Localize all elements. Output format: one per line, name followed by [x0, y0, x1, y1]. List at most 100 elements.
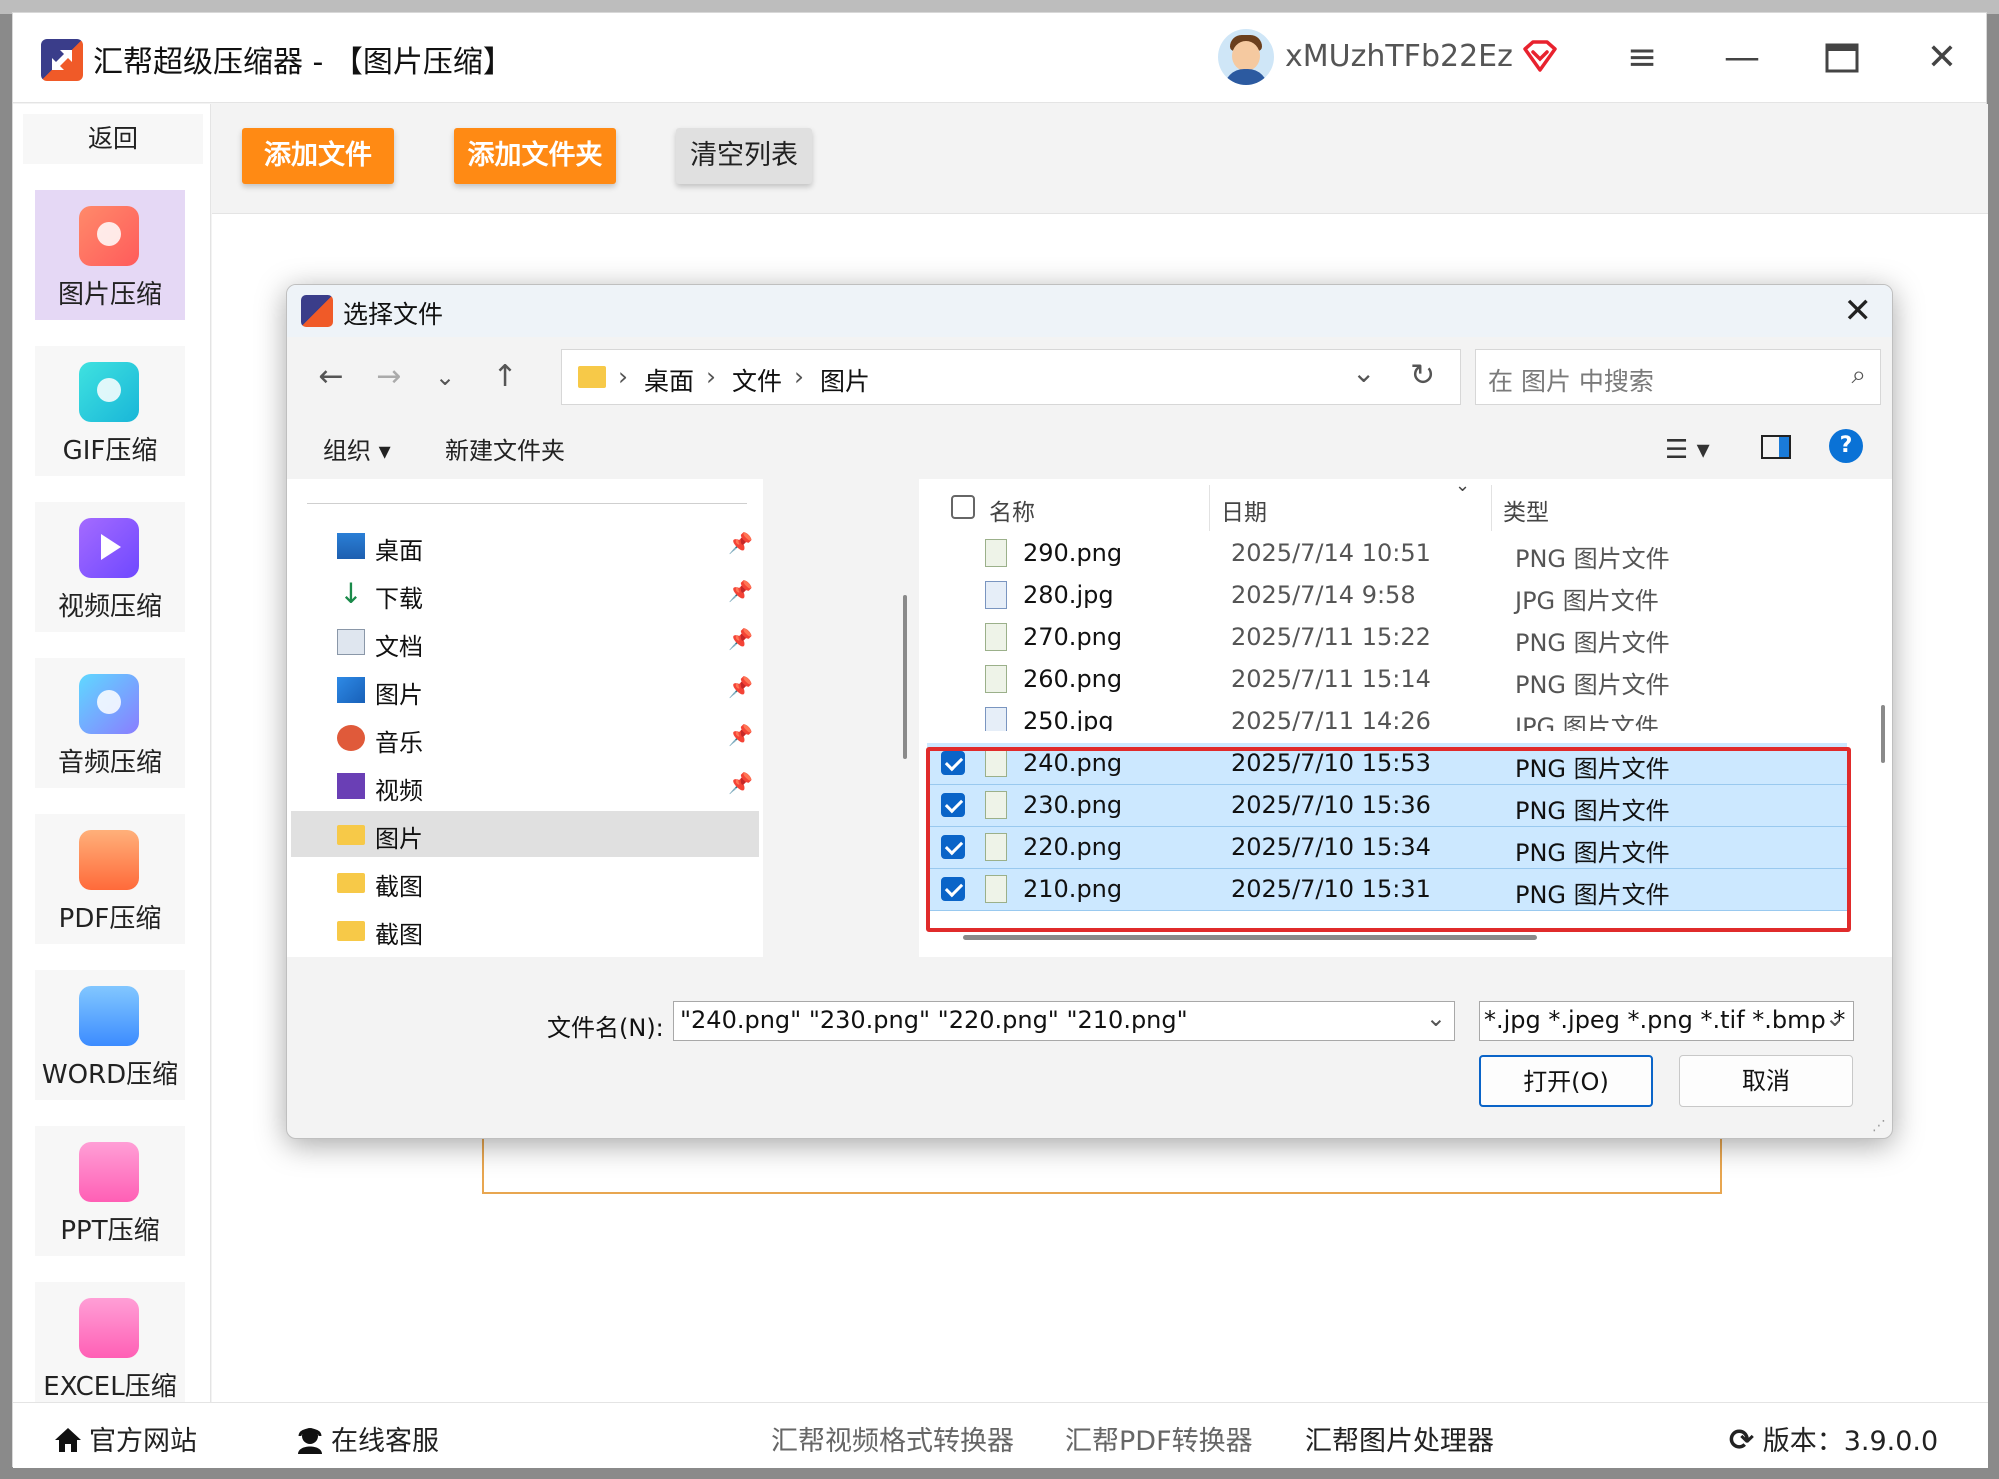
folder-icon [578, 366, 606, 388]
add-file-button[interactable]: 添加文件 [242, 128, 394, 184]
new-folder-button[interactable]: 新建文件夹 [445, 431, 565, 466]
close-icon[interactable]: ✕ [1917, 33, 1967, 83]
file-list-vertical-scrollbar[interactable] [1881, 705, 1885, 763]
column-date[interactable]: 日期 [1221, 493, 1267, 527]
username[interactable]: xMUzhTFb22Ez [1285, 39, 1513, 74]
support-icon [298, 1428, 322, 1454]
open-button[interactable]: 打开(O) [1479, 1055, 1653, 1107]
sidebar-item-pdf-compress[interactable]: PDF压缩 [35, 814, 185, 944]
search-icon: ⌕ [1851, 360, 1866, 390]
address-dropdown-icon[interactable]: ⌄ [1352, 356, 1375, 389]
music-icon [337, 725, 365, 751]
select-file-dialog: 选择文件 ✕ ← → ⌄ ↑ › 桌面 › 文件 › 图片 ⌄ ↻ 在 图片 中… [286, 284, 1893, 1139]
column-type[interactable]: 类型 [1503, 493, 1549, 527]
menu-icon[interactable]: ≡ [1617, 33, 1667, 83]
view-options-icon[interactable]: ☰ ▾ [1665, 435, 1710, 465]
sidebar: 返回 图片压缩 GIF压缩 视频压缩 音频压缩 PDF压缩 WORD压缩 PPT… [13, 104, 211, 1412]
nav-item-downloads[interactable]: ↓ 下载 📌 [291, 571, 759, 617]
pin-icon: 📌 [728, 627, 753, 651]
search-input[interactable]: 在 图片 中搜索 [1488, 362, 1654, 398]
document-icon [337, 629, 365, 655]
clear-list-button[interactable]: 清空列表 [676, 128, 812, 184]
app-logo-icon [41, 39, 83, 81]
video-compress-icon [79, 518, 139, 578]
gif-compress-icon [79, 362, 139, 422]
filename-field[interactable]: "240.png" "230.png" "220.png" "210.png" … [673, 1001, 1455, 1041]
sidebar-item-excel-compress[interactable]: EXCEL压缩 [35, 1282, 185, 1412]
organize-menu[interactable]: 组织 ▾ [323, 431, 391, 466]
minimize-icon[interactable]: — [1717, 33, 1767, 83]
pictures-icon [337, 677, 365, 703]
word-compress-icon [79, 986, 139, 1046]
search-box[interactable]: 在 图片 中搜索 ⌕ [1475, 349, 1881, 405]
nav-pane-scrollbar[interactable] [903, 595, 907, 759]
maximize-icon[interactable] [1817, 33, 1867, 83]
chevron-down-icon[interactable]: ⌄ [1426, 1004, 1446, 1032]
selection-highlight-box [926, 747, 1851, 932]
file-row[interactable]: 270.png 2025/7/11 15:22 PNG 图片文件 [927, 617, 1847, 659]
pdf-converter-link[interactable]: 汇帮PDF转换器 [1065, 1419, 1253, 1458]
select-all-checkbox[interactable] [951, 495, 975, 519]
pin-icon: 📌 [728, 531, 753, 555]
vip-diamond-icon[interactable] [1521, 39, 1559, 73]
address-bar[interactable]: › 桌面 › 文件 › 图片 ⌄ ↻ [561, 349, 1461, 405]
breadcrumb-pictures[interactable]: 图片 [820, 362, 870, 398]
video-converter-link[interactable]: 汇帮视频格式转换器 [771, 1419, 1014, 1458]
home-icon [55, 1428, 81, 1452]
sort-indicator-icon: ⌄ [1455, 475, 1471, 496]
dialog-title-bar: 选择文件 ✕ [287, 285, 1892, 337]
file-list-horizontal-scrollbar[interactable] [963, 935, 1537, 940]
sidebar-item-ppt-compress[interactable]: PPT压缩 [35, 1126, 185, 1256]
file-row[interactable]: 250.jpg 2025/7/11 14:26 JPG 图片文件 [927, 701, 1847, 731]
status-bar: 官方网站 在线客服 汇帮视频格式转换器 汇帮PDF转换器 汇帮图片处理器 ⟳ 版… [13, 1402, 1988, 1468]
nav-item-pictures[interactable]: 图片 📌 [291, 667, 759, 713]
user-avatar[interactable] [1218, 29, 1274, 85]
cancel-button[interactable]: 取消 [1679, 1055, 1853, 1107]
nav-item-videos[interactable]: 视频 📌 [291, 763, 759, 809]
folder-icon [337, 921, 365, 941]
column-name[interactable]: 名称 [989, 493, 1035, 527]
up-arrow-icon[interactable]: ↑ [483, 355, 527, 399]
filetype-select[interactable]: *.jpg *.jpeg *.png *.tif *.bmp * ⌄ [1479, 1001, 1854, 1041]
pin-icon: 📌 [728, 675, 753, 699]
nav-item-desktop[interactable]: 桌面 📌 [291, 523, 759, 569]
excel-compress-icon [79, 1298, 139, 1358]
refresh-icon[interactable]: ⟳ [1729, 1423, 1754, 1458]
back-arrow-icon[interactable]: ← [309, 355, 353, 399]
preview-pane-icon[interactable] [1761, 435, 1791, 459]
sidebar-item-gif-compress[interactable]: GIF压缩 [35, 346, 185, 476]
title-bar: 汇帮超级压缩器 - 【图片压缩】 xMUzhTFb22Ez ≡ — ✕ [13, 13, 1986, 103]
file-row[interactable]: 260.png 2025/7/11 15:14 PNG 图片文件 [927, 659, 1847, 701]
file-row[interactable]: 280.jpg 2025/7/14 9:58 JPG 图片文件 [927, 575, 1847, 617]
png-file-icon [985, 539, 1007, 567]
sidebar-item-word-compress[interactable]: WORD压缩 [35, 970, 185, 1100]
back-button[interactable]: 返回 [23, 114, 203, 164]
breadcrumb-desktop[interactable]: 桌面 [644, 362, 694, 398]
forward-arrow-icon[interactable]: → [367, 355, 411, 399]
nav-item-pictures-folder[interactable]: 图片 [291, 811, 759, 857]
help-icon[interactable]: ? [1829, 429, 1863, 463]
nav-item-screenshots-2[interactable]: 截图 [291, 907, 759, 953]
nav-item-music[interactable]: 音乐 📌 [291, 715, 759, 761]
dialog-nav-row: ← → ⌄ ↑ › 桌面 › 文件 › 图片 ⌄ ↻ 在 图片 中搜索 ⌕ [287, 337, 1892, 417]
sidebar-item-video-compress[interactable]: 视频压缩 [35, 502, 185, 632]
pdf-compress-icon [79, 830, 139, 890]
nav-item-documents[interactable]: 文档 📌 [291, 619, 759, 665]
refresh-icon[interactable]: ↻ [1410, 358, 1435, 393]
dialog-title: 选择文件 [343, 300, 444, 329]
sidebar-item-audio-compress[interactable]: 音频压缩 [35, 658, 185, 788]
chevron-down-icon[interactable]: ⌄ [1825, 1004, 1845, 1032]
sidebar-item-image-compress[interactable]: 图片压缩 [35, 190, 185, 320]
online-support-link[interactable]: 在线客服 [295, 1419, 439, 1458]
recent-locations-icon[interactable]: ⌄ [423, 355, 467, 399]
nav-item-screenshots[interactable]: 截图 [291, 859, 759, 905]
breadcrumb-files[interactable]: 文件 [732, 362, 782, 398]
image-processor-link[interactable]: 汇帮图片处理器 [1305, 1419, 1494, 1458]
official-website-link[interactable]: 官方网站 [53, 1419, 197, 1458]
image-compress-icon [79, 206, 139, 266]
resize-grip-icon[interactable]: ⋰ [1872, 1118, 1886, 1134]
add-folder-button[interactable]: 添加文件夹 [454, 128, 616, 184]
file-list-header: 名称 日期 ⌄ 类型 [919, 475, 1892, 537]
dialog-close-icon[interactable]: ✕ [1844, 291, 1873, 331]
file-row[interactable]: 290.png 2025/7/14 10:51 PNG 图片文件 [927, 533, 1847, 575]
